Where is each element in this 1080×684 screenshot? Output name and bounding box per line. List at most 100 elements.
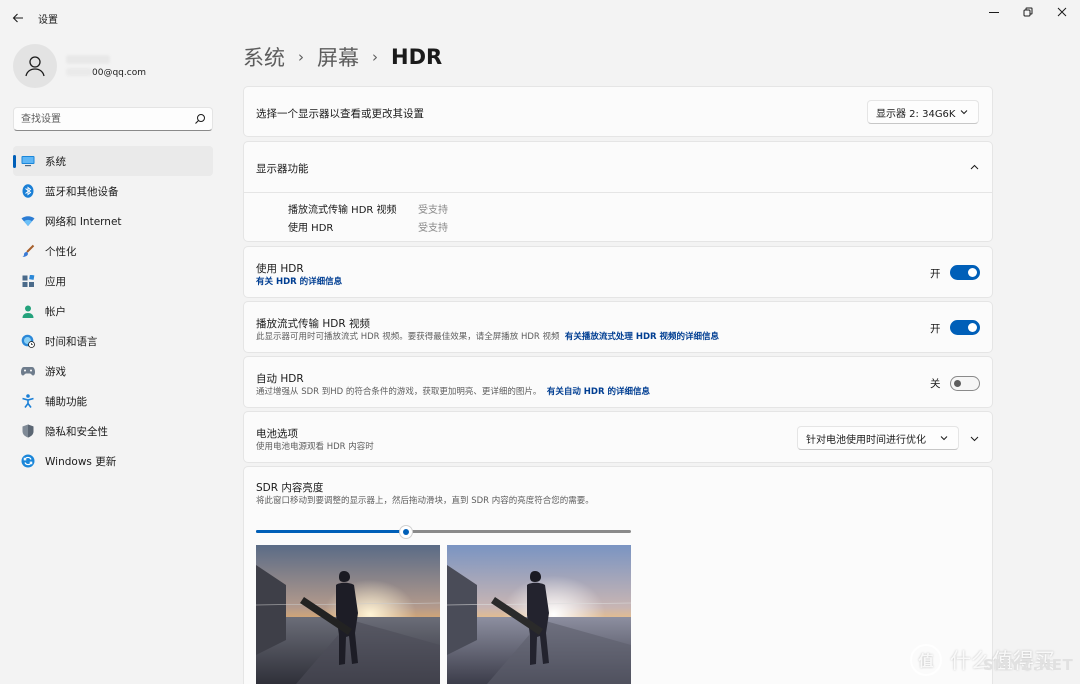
apps-icon xyxy=(21,274,35,288)
watermark-brand: SMYZ.NET xyxy=(983,656,1074,674)
arrow-left-icon xyxy=(12,13,23,23)
slider-thumb[interactable] xyxy=(400,526,412,538)
display-dropdown-value: 显示器 2: 34G6K xyxy=(876,108,956,120)
stream-hdr-desc: 此显示器可用时可播放流式 HDR 视频。要获得最佳效果，请全屏播放 HDR 视频… xyxy=(256,330,719,342)
stream-hdr-state: 开 xyxy=(930,323,941,335)
accessibility-icon xyxy=(21,394,35,408)
sidebar-item-time-language[interactable]: 时间和语言 xyxy=(13,326,213,356)
auto-hdr-desc-text: 通过增强从 SDR 到HD 的符合条件的游戏，获取更加明亮、更详细的图片。 xyxy=(256,387,542,397)
chevron-down-icon xyxy=(960,110,968,115)
search-input[interactable] xyxy=(21,112,191,127)
page-title: HDR xyxy=(391,45,443,69)
capabilities-title: 显示器功能 xyxy=(256,163,309,175)
wifi-icon xyxy=(21,214,35,228)
monitor-icon xyxy=(21,154,35,168)
sidebar-item-label: 游戏 xyxy=(45,365,66,378)
sidebar-item-accessibility[interactable]: 辅助功能 xyxy=(13,386,213,416)
restore-button[interactable] xyxy=(1011,0,1045,24)
email-domain: @qq.com xyxy=(103,68,146,78)
watermark-logo-icon: 值 xyxy=(910,644,942,676)
auto-hdr-link[interactable]: 有关自动 HDR 的详细信息 xyxy=(547,387,650,397)
stream-hdr-link[interactable]: 有关播放流式处理 HDR 视频的详细信息 xyxy=(565,332,719,342)
auto-hdr-card: 自动 HDR 通过增强从 SDR 到HD 的符合条件的游戏，获取更加明亮、更详细… xyxy=(243,356,993,408)
chevron-down-icon xyxy=(940,436,948,441)
sdr-brightness-slider[interactable] xyxy=(256,526,631,538)
sidebar-item-apps[interactable]: 应用 xyxy=(13,266,213,296)
sidebar-item-label: 帐户 xyxy=(45,305,66,318)
sidebar-item-bluetooth[interactable]: 蓝牙和其他设备 xyxy=(13,176,213,206)
breadcrumb-display[interactable]: 屏幕 xyxy=(317,42,359,72)
capabilities-header[interactable]: 显示器功能 xyxy=(244,142,992,192)
sdr-title: SDR 内容亮度 xyxy=(256,482,324,494)
auto-hdr-desc: 通过增强从 SDR 到HD 的符合条件的游戏，获取更加明亮、更详细的图片。 有关… xyxy=(256,385,650,397)
brush-icon xyxy=(21,244,35,258)
sidebar-item-label: 时间和语言 xyxy=(45,335,98,348)
minimize-button[interactable] xyxy=(977,0,1011,24)
stream-hdr-toggle[interactable] xyxy=(950,320,980,335)
sidebar-item-network[interactable]: 网络和 Internet xyxy=(13,206,213,236)
sidebar-item-label: 蓝牙和其他设备 xyxy=(45,185,119,198)
stream-hdr-title: 播放流式传输 HDR 视频 xyxy=(256,318,370,330)
sidebar-item-label: 网络和 Internet xyxy=(45,215,122,228)
globe-clock-icon xyxy=(21,334,35,348)
auto-hdr-toggle[interactable] xyxy=(950,376,980,391)
person-icon xyxy=(21,304,35,318)
use-hdr-toggle[interactable] xyxy=(950,265,980,280)
capability-name: 播放流式传输 HDR 视频 xyxy=(288,205,397,216)
sdr-preview-image xyxy=(256,545,440,684)
update-icon xyxy=(21,454,35,468)
app-title: 设置 xyxy=(38,15,58,26)
sidebar-item-label: Windows 更新 xyxy=(45,455,117,468)
email-redaction xyxy=(66,68,92,76)
shield-icon xyxy=(21,424,35,438)
display-dropdown[interactable]: 显示器 2: 34G6K xyxy=(867,100,979,124)
sidebar-item-accounts[interactable]: 帐户 xyxy=(13,296,213,326)
display-capabilities-card: 显示器功能 播放流式传输 HDR 视频 受支持 使用 HDR 受支持 xyxy=(243,141,993,242)
use-hdr-title: 使用 HDR xyxy=(256,263,304,275)
sidebar-item-windows-update[interactable]: Windows 更新 xyxy=(13,446,213,476)
user-name-redacted xyxy=(66,55,110,64)
restore-icon xyxy=(1023,7,1033,17)
capability-name: 使用 HDR xyxy=(288,223,334,234)
use-hdr-state: 开 xyxy=(930,268,941,280)
stream-hdr-card: 播放流式传输 HDR 视频 此显示器可用时可播放流式 HDR 视频。要获得最佳效… xyxy=(243,301,993,353)
sidebar-item-label: 个性化 xyxy=(45,245,77,258)
chevron-up-icon xyxy=(970,164,979,170)
use-hdr-link[interactable]: 有关 HDR 的详细信息 xyxy=(256,275,342,287)
sidebar-item-privacy[interactable]: 隐私和安全性 xyxy=(13,416,213,446)
battery-title: 电池选项 xyxy=(256,428,298,440)
gamepad-icon xyxy=(21,364,35,378)
sidebar-item-label: 辅助功能 xyxy=(45,395,87,408)
display-select-card: 选择一个显示器以查看或更改其设置 显示器 2: 34G6K xyxy=(243,86,993,137)
battery-options-card: 电池选项 使用电池电源观看 HDR 内容时 针对电池使用时间进行优化 xyxy=(243,411,993,463)
divider xyxy=(244,192,992,193)
back-button[interactable] xyxy=(6,6,30,30)
auto-hdr-state: 关 xyxy=(930,378,941,390)
search-icon[interactable] xyxy=(194,113,206,125)
stream-hdr-desc-text: 此显示器可用时可播放流式 HDR 视频。要获得最佳效果，请全屏播放 HDR 视频 xyxy=(256,332,560,342)
close-button[interactable] xyxy=(1045,0,1079,24)
chevron-right-icon: › xyxy=(298,48,304,66)
breadcrumb-system[interactable]: 系统 xyxy=(243,42,285,72)
email-digits: 00 xyxy=(92,68,104,78)
breadcrumb: 系统 › 屏幕 › HDR xyxy=(243,42,442,72)
sidebar-nav: 系统 蓝牙和其他设备 网络和 Internet 个性化 应用 帐户 时间和语言 … xyxy=(13,146,213,476)
person-icon xyxy=(25,56,45,77)
capability-value: 受支持 xyxy=(418,223,448,234)
slider-fill xyxy=(256,530,406,533)
battery-desc: 使用电池电源观看 HDR 内容时 xyxy=(256,442,374,452)
display-select-label: 选择一个显示器以查看或更改其设置 xyxy=(256,108,424,120)
sidebar-item-system[interactable]: 系统 xyxy=(13,146,213,176)
user-email: 00@qq.com xyxy=(66,68,146,78)
title-bar: 设置 xyxy=(0,0,1080,34)
battery-dropdown-value: 针对电池使用时间进行优化 xyxy=(806,434,926,446)
search-box[interactable] xyxy=(13,107,213,131)
hdr-preview-image xyxy=(447,545,631,684)
minimize-icon xyxy=(989,12,999,13)
battery-dropdown[interactable]: 针对电池使用时间进行优化 xyxy=(797,426,959,450)
avatar[interactable] xyxy=(13,44,57,88)
expand-chevron-icon[interactable] xyxy=(969,433,980,444)
sidebar-item-personalization[interactable]: 个性化 xyxy=(13,236,213,266)
sidebar-item-gaming[interactable]: 游戏 xyxy=(13,356,213,386)
use-hdr-card: 使用 HDR 有关 HDR 的详细信息 开 xyxy=(243,246,993,298)
